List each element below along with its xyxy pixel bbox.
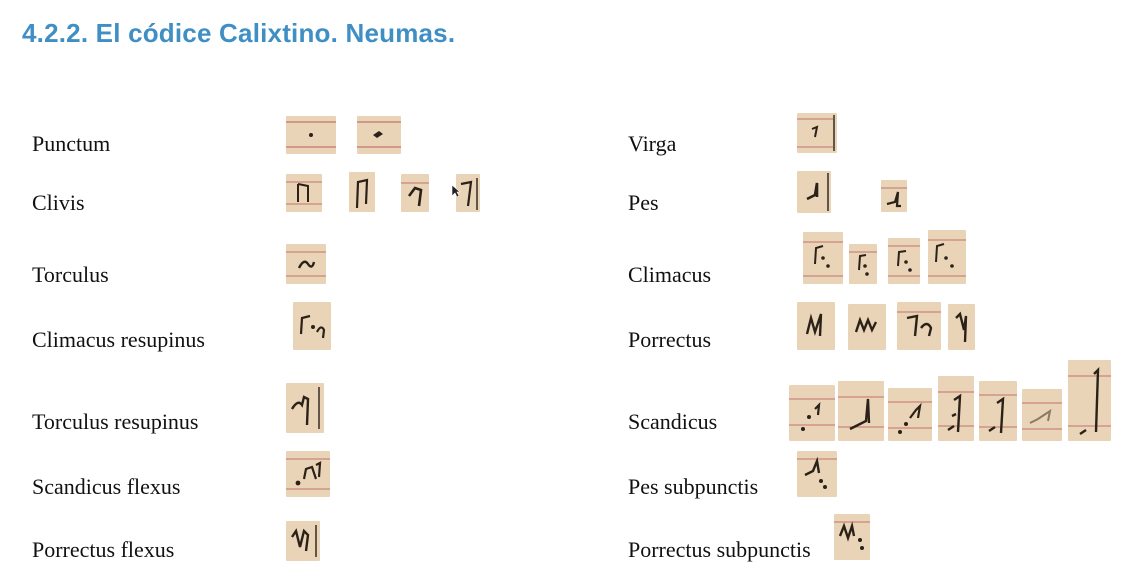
scandicus-image-6 (1022, 389, 1062, 441)
clivis-image-2 (349, 172, 375, 212)
porrectus-image-4 (948, 304, 975, 350)
label-pes: Pes (628, 190, 659, 215)
porrectus-subpunctis-image (834, 514, 870, 560)
label-porrectus-subpunctis: Porrectus subpunctis (628, 537, 811, 562)
pes-image-1 (797, 171, 831, 213)
clivis-image-1 (286, 174, 322, 212)
climacus-image-4 (928, 230, 966, 284)
scandicus-image-4 (938, 376, 974, 441)
pes-subpunctis-image (797, 451, 837, 497)
label-clivis: Clivis (32, 190, 85, 215)
label-scandicus: Scandicus (628, 409, 718, 434)
scandicus-image-5 (979, 381, 1017, 441)
porrectus-image-1 (797, 302, 835, 350)
label-torculus-resupinus: Torculus resupinus (32, 409, 199, 434)
torculus-resupinus-image (286, 383, 324, 433)
label-scandicus-flexus: Scandicus flexus (32, 474, 181, 499)
porrectus-image-2 (848, 304, 886, 350)
label-punctum: Punctum (32, 131, 111, 156)
label-porrectus: Porrectus (628, 327, 712, 352)
virga-image (797, 113, 837, 153)
label-climacus: Climacus (628, 262, 712, 287)
climacus-resupinus-image (293, 302, 331, 350)
porrectus-flexus-image (286, 521, 320, 561)
label-climacus-resupinus: Climacus resupinus (32, 327, 205, 352)
punctum-image-2 (357, 116, 401, 154)
label-virga: Virga (628, 131, 677, 156)
scandicus-image-3 (888, 388, 932, 441)
climacus-image-3 (888, 238, 920, 284)
page-title: 4.2.2. El códice Calixtino. Neumas. (22, 18, 456, 48)
punctum-image-1 (286, 116, 336, 154)
climacus-image-1 (803, 232, 843, 284)
climacus-image-2 (849, 244, 877, 284)
porrectus-image-3 (897, 302, 941, 350)
label-porrectus-flexus: Porrectus flexus (32, 537, 175, 562)
clivis-image-3 (401, 174, 429, 212)
scandicus-flexus-image (286, 451, 330, 497)
mouse-cursor-icon (451, 184, 461, 198)
scandicus-image-2 (838, 381, 884, 441)
label-pes-subpunctis: Pes subpunctis (628, 474, 759, 499)
pes-image-2 (881, 180, 907, 212)
label-torculus: Torculus (32, 262, 109, 287)
scandicus-image-7 (1068, 360, 1111, 441)
torculus-image-1 (286, 244, 326, 284)
scandicus-image-1 (789, 385, 835, 441)
